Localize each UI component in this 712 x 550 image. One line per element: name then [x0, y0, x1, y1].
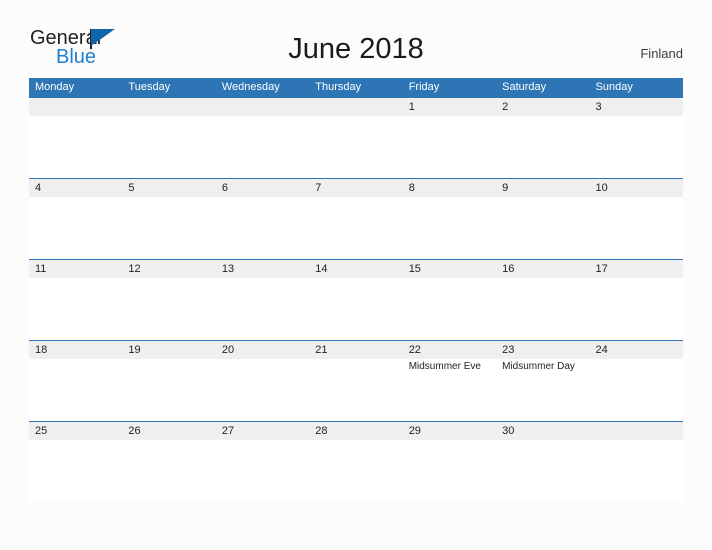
- day-cell[interactable]: 4: [29, 179, 122, 259]
- day-number: 5: [128, 182, 135, 194]
- day-cell[interactable]: 8: [403, 179, 496, 259]
- day-number: 10: [595, 182, 608, 194]
- page-title: June 2018: [288, 33, 424, 65]
- day-number: 27: [221, 425, 235, 437]
- day-cell[interactable]: 23 Midsummer Day: [496, 341, 589, 421]
- day-cell[interactable]: 18: [29, 341, 122, 421]
- day-number: 11: [35, 263, 47, 275]
- day-number: 29: [408, 425, 421, 437]
- weekday-header-sunday: Sunday: [595, 81, 633, 93]
- weekday-header-row: Monday Tuesday Wednesday Thursday Friday…: [29, 78, 683, 97]
- day-number: 13: [221, 263, 235, 275]
- day-number: 15: [408, 263, 421, 275]
- country-label: Finland: [640, 46, 683, 61]
- weekday-header-thursday: Thursday: [315, 81, 362, 93]
- day-number: 24: [595, 344, 608, 356]
- week-row: 25 26 27 28 29 30: [29, 421, 683, 502]
- week-row: 4 5 6 7 8 9 10: [29, 178, 683, 259]
- weekday-header-tuesday: Tuesday: [128, 81, 171, 93]
- day-cell[interactable]: 7: [309, 179, 402, 259]
- day-number: 19: [128, 344, 141, 356]
- day-cell[interactable]: 30: [496, 422, 589, 502]
- day-number: 12: [128, 263, 141, 275]
- day-cell[interactable]: [309, 98, 402, 178]
- day-number: 1: [408, 101, 415, 113]
- day-number: 26: [128, 425, 141, 437]
- day-event: Midsummer Eve: [408, 361, 481, 372]
- day-number: 30: [502, 425, 515, 437]
- day-cell[interactable]: 15: [403, 260, 496, 340]
- day-cell[interactable]: 27: [216, 422, 309, 502]
- day-cell[interactable]: 21: [309, 341, 402, 421]
- day-cell[interactable]: 17: [590, 260, 683, 340]
- day-cell[interactable]: 22 Midsummer Eve: [403, 341, 496, 421]
- day-number: 9: [502, 182, 509, 194]
- day-cell[interactable]: [122, 98, 215, 178]
- day-cell[interactable]: 10: [590, 179, 683, 259]
- weekday-header-wednesday: Wednesday: [221, 81, 280, 93]
- day-number: 28: [315, 425, 328, 437]
- calendar-page: General Blue June 2018 Finland Monday Tu…: [0, 0, 712, 550]
- day-number: 16: [502, 263, 515, 275]
- weekday-header-friday: Friday: [408, 81, 440, 93]
- week-row: 1 2 3: [29, 97, 683, 178]
- day-cell[interactable]: 13: [216, 260, 309, 340]
- day-number: 3: [595, 101, 602, 113]
- day-cell[interactable]: 6: [216, 179, 309, 259]
- day-number: 23: [502, 344, 515, 356]
- day-cell[interactable]: 2: [496, 98, 589, 178]
- day-number: 21: [315, 344, 328, 356]
- day-number: 25: [35, 425, 48, 437]
- day-number: 7: [315, 182, 322, 194]
- day-number: 22: [408, 344, 421, 356]
- day-cell[interactable]: 16: [496, 260, 589, 340]
- day-number: 6: [221, 182, 228, 194]
- day-cell[interactable]: 3: [590, 98, 683, 178]
- day-cell[interactable]: 11: [29, 260, 122, 340]
- page-header: General Blue June 2018 Finland: [0, 0, 712, 78]
- day-number: 20: [221, 344, 235, 356]
- day-number: 8: [408, 182, 415, 194]
- day-number: 2: [502, 101, 509, 113]
- day-cell[interactable]: 19: [122, 341, 215, 421]
- week-row: 18 19 20 21 22 Midsummer Eve 23 Midsumme…: [29, 340, 683, 421]
- day-cell[interactable]: 26: [122, 422, 215, 502]
- day-cell[interactable]: 12: [122, 260, 215, 340]
- day-cell[interactable]: 5: [122, 179, 215, 259]
- day-cell[interactable]: 28: [309, 422, 402, 502]
- day-cell[interactable]: 1: [403, 98, 496, 178]
- day-cell[interactable]: 24: [590, 341, 683, 421]
- day-number: 18: [35, 344, 48, 356]
- day-cell[interactable]: 9: [496, 179, 589, 259]
- day-number: 4: [35, 182, 42, 194]
- day-cell[interactable]: 25: [29, 422, 122, 502]
- day-number: 14: [315, 263, 328, 275]
- day-cell[interactable]: 20: [216, 341, 309, 421]
- calendar-grid: Monday Tuesday Wednesday Thursday Friday…: [29, 78, 683, 502]
- day-cell[interactable]: [216, 98, 309, 178]
- day-event: Midsummer Day: [502, 361, 575, 372]
- day-cell[interactable]: 14: [309, 260, 402, 340]
- day-cell[interactable]: [29, 98, 122, 178]
- day-cell[interactable]: 29: [403, 422, 496, 502]
- week-row: 11 12 13 14 15 16 17: [29, 259, 683, 340]
- day-number: 17: [595, 263, 608, 275]
- weekday-header-saturday: Saturday: [502, 81, 547, 93]
- day-cell[interactable]: [590, 422, 683, 502]
- weekday-header-monday: Monday: [35, 81, 75, 93]
